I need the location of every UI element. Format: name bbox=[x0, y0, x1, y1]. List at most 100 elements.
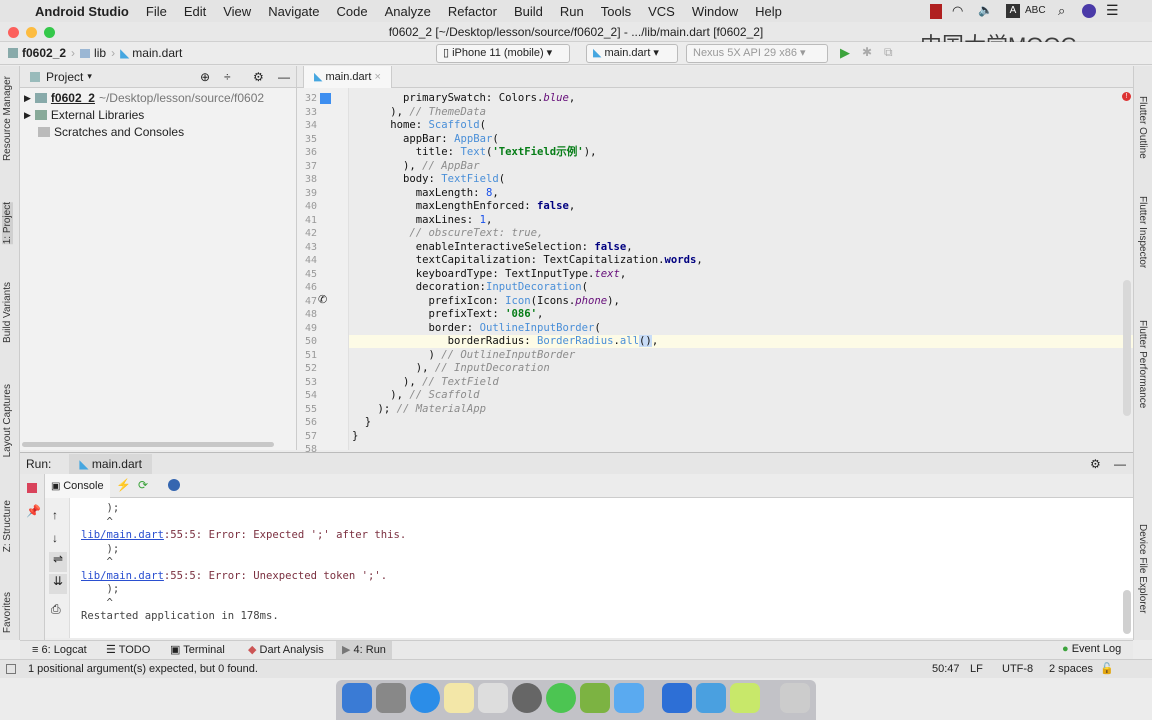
tab-flutter-performance[interactable]: Flutter Performance bbox=[1137, 320, 1148, 408]
hot-reload-icon[interactable]: ⚡ bbox=[116, 478, 131, 492]
tab-flutter-inspector[interactable]: Flutter Inspector bbox=[1137, 196, 1148, 268]
tab-logcat[interactable]: ≡ 6: Logcat bbox=[26, 641, 93, 660]
file-encoding[interactable]: UTF-8 bbox=[1002, 660, 1033, 678]
expand-icon[interactable]: ▶ bbox=[24, 110, 31, 121]
code-line[interactable]: enableInteractiveSelection: false, bbox=[352, 241, 633, 254]
breadcrumb-file[interactable]: main.dart bbox=[132, 46, 182, 60]
system-preferences-icon[interactable] bbox=[512, 683, 542, 713]
code-line[interactable]: ), // AppBar bbox=[352, 160, 480, 173]
tab-build-variants[interactable]: Build Variants bbox=[2, 282, 13, 343]
menu-run[interactable]: Run bbox=[560, 4, 584, 19]
menu-navigate[interactable]: Navigate bbox=[268, 4, 319, 19]
tab-terminal[interactable]: ▣ Terminal bbox=[164, 641, 231, 660]
emulator-selector[interactable]: Nexus 5X API 29 x86 ▾ bbox=[686, 44, 828, 63]
preview-icon[interactable] bbox=[696, 683, 726, 713]
screenshot-icon[interactable] bbox=[478, 683, 508, 713]
notes-icon[interactable] bbox=[444, 683, 474, 713]
error-indicator-icon[interactable]: ! bbox=[1122, 92, 1131, 101]
code-line[interactable]: prefixText: '086', bbox=[352, 308, 544, 321]
print-icon[interactable]: ⎙ bbox=[51, 602, 61, 617]
code-line[interactable]: borderRadius: BorderRadius.all(), bbox=[352, 335, 658, 348]
expand-icon[interactable]: ▶ bbox=[24, 93, 31, 104]
code-line[interactable]: home: Scaffold( bbox=[352, 119, 486, 132]
input-source-icon[interactable]: A bbox=[1006, 4, 1020, 18]
attach-icon[interactable]: ⧉ bbox=[884, 45, 893, 60]
code-line[interactable]: ), // ThemeData bbox=[352, 106, 486, 119]
tab-dart-analysis[interactable]: ◆ Dart Analysis bbox=[242, 641, 330, 660]
menu-code[interactable]: Code bbox=[337, 4, 368, 19]
scroll-to-end-icon[interactable]: ⇊ bbox=[49, 574, 67, 594]
folder-icon[interactable] bbox=[614, 683, 644, 713]
menu-refactor[interactable]: Refactor bbox=[448, 4, 497, 19]
pin-icon[interactable]: 📌 bbox=[26, 504, 41, 518]
menu-build[interactable]: Build bbox=[514, 4, 543, 19]
code-line[interactable]: ), // InputDecoration bbox=[352, 362, 550, 375]
project-view-selector[interactable]: Project bbox=[46, 70, 83, 84]
tab-flutter-outline[interactable]: Flutter Outline bbox=[1137, 96, 1148, 159]
finder-icon[interactable] bbox=[342, 683, 372, 713]
code-line[interactable]: decoration:InputDecoration( bbox=[352, 281, 588, 294]
code-line[interactable]: body: TextField( bbox=[352, 173, 505, 186]
code-line[interactable]: textCapitalization: TextCapitalization.w… bbox=[352, 254, 703, 267]
code-line[interactable]: ); // MaterialApp bbox=[352, 403, 486, 416]
menu-view[interactable]: View bbox=[223, 4, 251, 19]
code-line[interactable]: ), // Scaffold bbox=[352, 389, 479, 402]
menu-analyze[interactable]: Analyze bbox=[385, 4, 431, 19]
gear-icon[interactable]: ⚙ bbox=[253, 70, 264, 84]
hot-restart-icon[interactable]: ⟳ bbox=[138, 478, 148, 492]
horizontal-scrollbar[interactable] bbox=[22, 442, 274, 447]
menu-help[interactable]: Help bbox=[755, 4, 782, 19]
stop-icon[interactable] bbox=[27, 483, 37, 493]
line-separator[interactable]: LF bbox=[970, 660, 983, 678]
scroll-up-icon[interactable]: ↑ bbox=[52, 508, 58, 522]
tab-device-file-explorer[interactable]: Device File Explorer bbox=[1137, 524, 1148, 613]
devtools-icon[interactable] bbox=[168, 479, 180, 491]
console-scrollbar[interactable] bbox=[1123, 590, 1131, 634]
siri-icon[interactable] bbox=[1082, 4, 1096, 18]
code-line[interactable]: prefixIcon: Icon(Icons.phone), bbox=[352, 295, 620, 308]
run-config-tab[interactable]: ◣ main.dart bbox=[69, 453, 152, 474]
indent-setting[interactable]: 2 spaces bbox=[1049, 660, 1093, 678]
breadcrumb-project[interactable]: f0602_2 bbox=[22, 46, 66, 60]
tab-main-dart[interactable]: ◣ main.dart × bbox=[303, 66, 392, 88]
event-log-button[interactable]: ● Event Log bbox=[1062, 643, 1121, 655]
launchpad-icon[interactable] bbox=[376, 683, 406, 713]
lock-icon[interactable]: 🔓 bbox=[1100, 660, 1114, 678]
device-selector[interactable]: ▯ iPhone 11 (mobile) ▾ bbox=[436, 44, 570, 63]
console-output[interactable]: ); ^ lib/main.dart:55:5: Error: Expected … bbox=[70, 498, 1133, 638]
collapse-icon[interactable]: ÷ bbox=[224, 70, 231, 84]
notification-center-icon[interactable]: ☰ bbox=[1106, 2, 1119, 19]
code-editor[interactable]: primarySwatch: Colors.blue, ), // ThemeD… bbox=[349, 88, 1133, 450]
menu-file[interactable]: File bbox=[146, 4, 167, 19]
close-window-button[interactable] bbox=[8, 27, 19, 38]
code-line[interactable]: title: Text('TextField示例'), bbox=[352, 146, 597, 159]
volume-icon[interactable]: 🔈 bbox=[978, 3, 993, 17]
tab-structure[interactable]: Z: Structure bbox=[2, 500, 13, 552]
console-file-link[interactable]: lib/main.dart bbox=[81, 529, 164, 541]
breadcrumb-lib[interactable]: lib bbox=[94, 46, 106, 60]
tree-item-scratches[interactable]: Scratches and Consoles bbox=[38, 125, 184, 139]
record-icon[interactable] bbox=[930, 4, 942, 19]
wechat-icon[interactable] bbox=[546, 683, 576, 713]
spotlight-icon[interactable]: ⌕ bbox=[1058, 3, 1065, 19]
menu-app[interactable]: Android Studio bbox=[35, 4, 129, 19]
safari-icon[interactable] bbox=[410, 683, 440, 713]
menu-tools[interactable]: Tools bbox=[601, 4, 631, 19]
minimize-window-button[interactable] bbox=[26, 27, 37, 38]
menu-vcs[interactable]: VCS bbox=[648, 4, 675, 19]
code-line[interactable]: appBar: AppBar( bbox=[352, 133, 499, 146]
code-line[interactable]: maxLines: 1, bbox=[352, 214, 493, 227]
tree-item-external-libraries[interactable]: ▶ External Libraries bbox=[24, 108, 144, 122]
code-line[interactable]: ) // OutlineInputBorder bbox=[352, 349, 576, 362]
menu-window[interactable]: Window bbox=[692, 4, 738, 19]
tab-favorites[interactable]: Favorites bbox=[2, 592, 13, 633]
code-line[interactable]: ), // TextField bbox=[352, 376, 499, 389]
tab-todo[interactable]: ☰ TODO bbox=[100, 641, 156, 660]
tab-project[interactable]: 1: Project bbox=[2, 202, 13, 245]
trash-icon[interactable] bbox=[780, 683, 810, 713]
code-line[interactable]: keyboardType: TextInputType.text, bbox=[352, 268, 627, 281]
tab-console[interactable]: ▣ Console bbox=[45, 474, 110, 498]
scroll-down-icon[interactable]: ↓ bbox=[52, 531, 58, 545]
hide-icon[interactable]: — bbox=[278, 70, 290, 84]
caret-position[interactable]: 50:47 bbox=[932, 660, 960, 678]
